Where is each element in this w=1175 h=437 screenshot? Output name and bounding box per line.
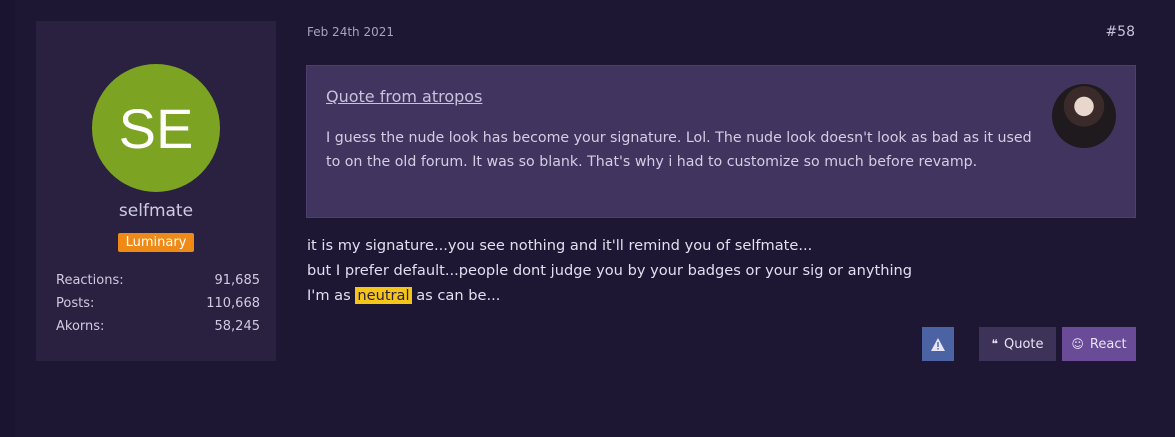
post-line: it is my signature...you see nothing and… xyxy=(307,237,813,254)
stat-akorns: Akorns: 58,245 xyxy=(56,319,260,342)
quote-source-link[interactable]: Quote from atropos xyxy=(326,87,482,106)
post-date[interactable]: Feb 24th 2021 xyxy=(307,25,394,39)
post-line: but I prefer default...people dont judge… xyxy=(307,262,913,279)
quote-button[interactable]: ❝ Quote xyxy=(979,327,1056,361)
post-text: as can be... xyxy=(411,287,501,304)
user-card: SE selfmate Luminary Reactions: 91,685 P… xyxy=(36,21,276,361)
stat-label: Posts: xyxy=(56,296,95,311)
warning-icon xyxy=(931,337,945,351)
rank-badge: Luminary xyxy=(118,233,194,252)
post-text: I'm as xyxy=(307,287,356,304)
highlighted-word: neutral xyxy=(355,287,412,304)
post-line: I'm as neutral as can be... xyxy=(307,283,912,308)
avatar-initials: SE xyxy=(118,96,194,160)
smiley-icon: ☺ xyxy=(1071,337,1084,351)
quoted-user-avatar[interactable] xyxy=(1052,84,1116,148)
user-avatar[interactable]: SE xyxy=(92,64,220,192)
quote-icon: ❝ xyxy=(991,337,998,351)
stat-label: Akorns: xyxy=(56,319,105,334)
quote-button-label: Quote xyxy=(1003,336,1044,352)
stat-value: 91,685 xyxy=(214,273,261,288)
react-button[interactable]: ☺ React xyxy=(1062,327,1136,361)
stat-value: 110,668 xyxy=(206,296,260,311)
stat-label: Reactions: xyxy=(56,273,124,288)
report-button[interactable] xyxy=(922,327,954,361)
react-button-label: React xyxy=(1089,336,1127,352)
stat-reactions: Reactions: 91,685 xyxy=(56,273,260,296)
username[interactable]: selfmate xyxy=(36,201,276,221)
quote-block: Quote from atropos I guess the nude look… xyxy=(306,65,1136,218)
user-stats: Reactions: 91,685 Posts: 110,668 Akorns:… xyxy=(56,273,260,342)
post-number-link[interactable]: #58 xyxy=(1105,24,1135,40)
stat-posts: Posts: 110,668 xyxy=(56,296,260,319)
post-body: it is my signature...you see nothing and… xyxy=(307,233,912,308)
quote-text: I guess the nude look has become your si… xyxy=(326,130,1032,170)
stat-value: 58,245 xyxy=(214,319,261,334)
